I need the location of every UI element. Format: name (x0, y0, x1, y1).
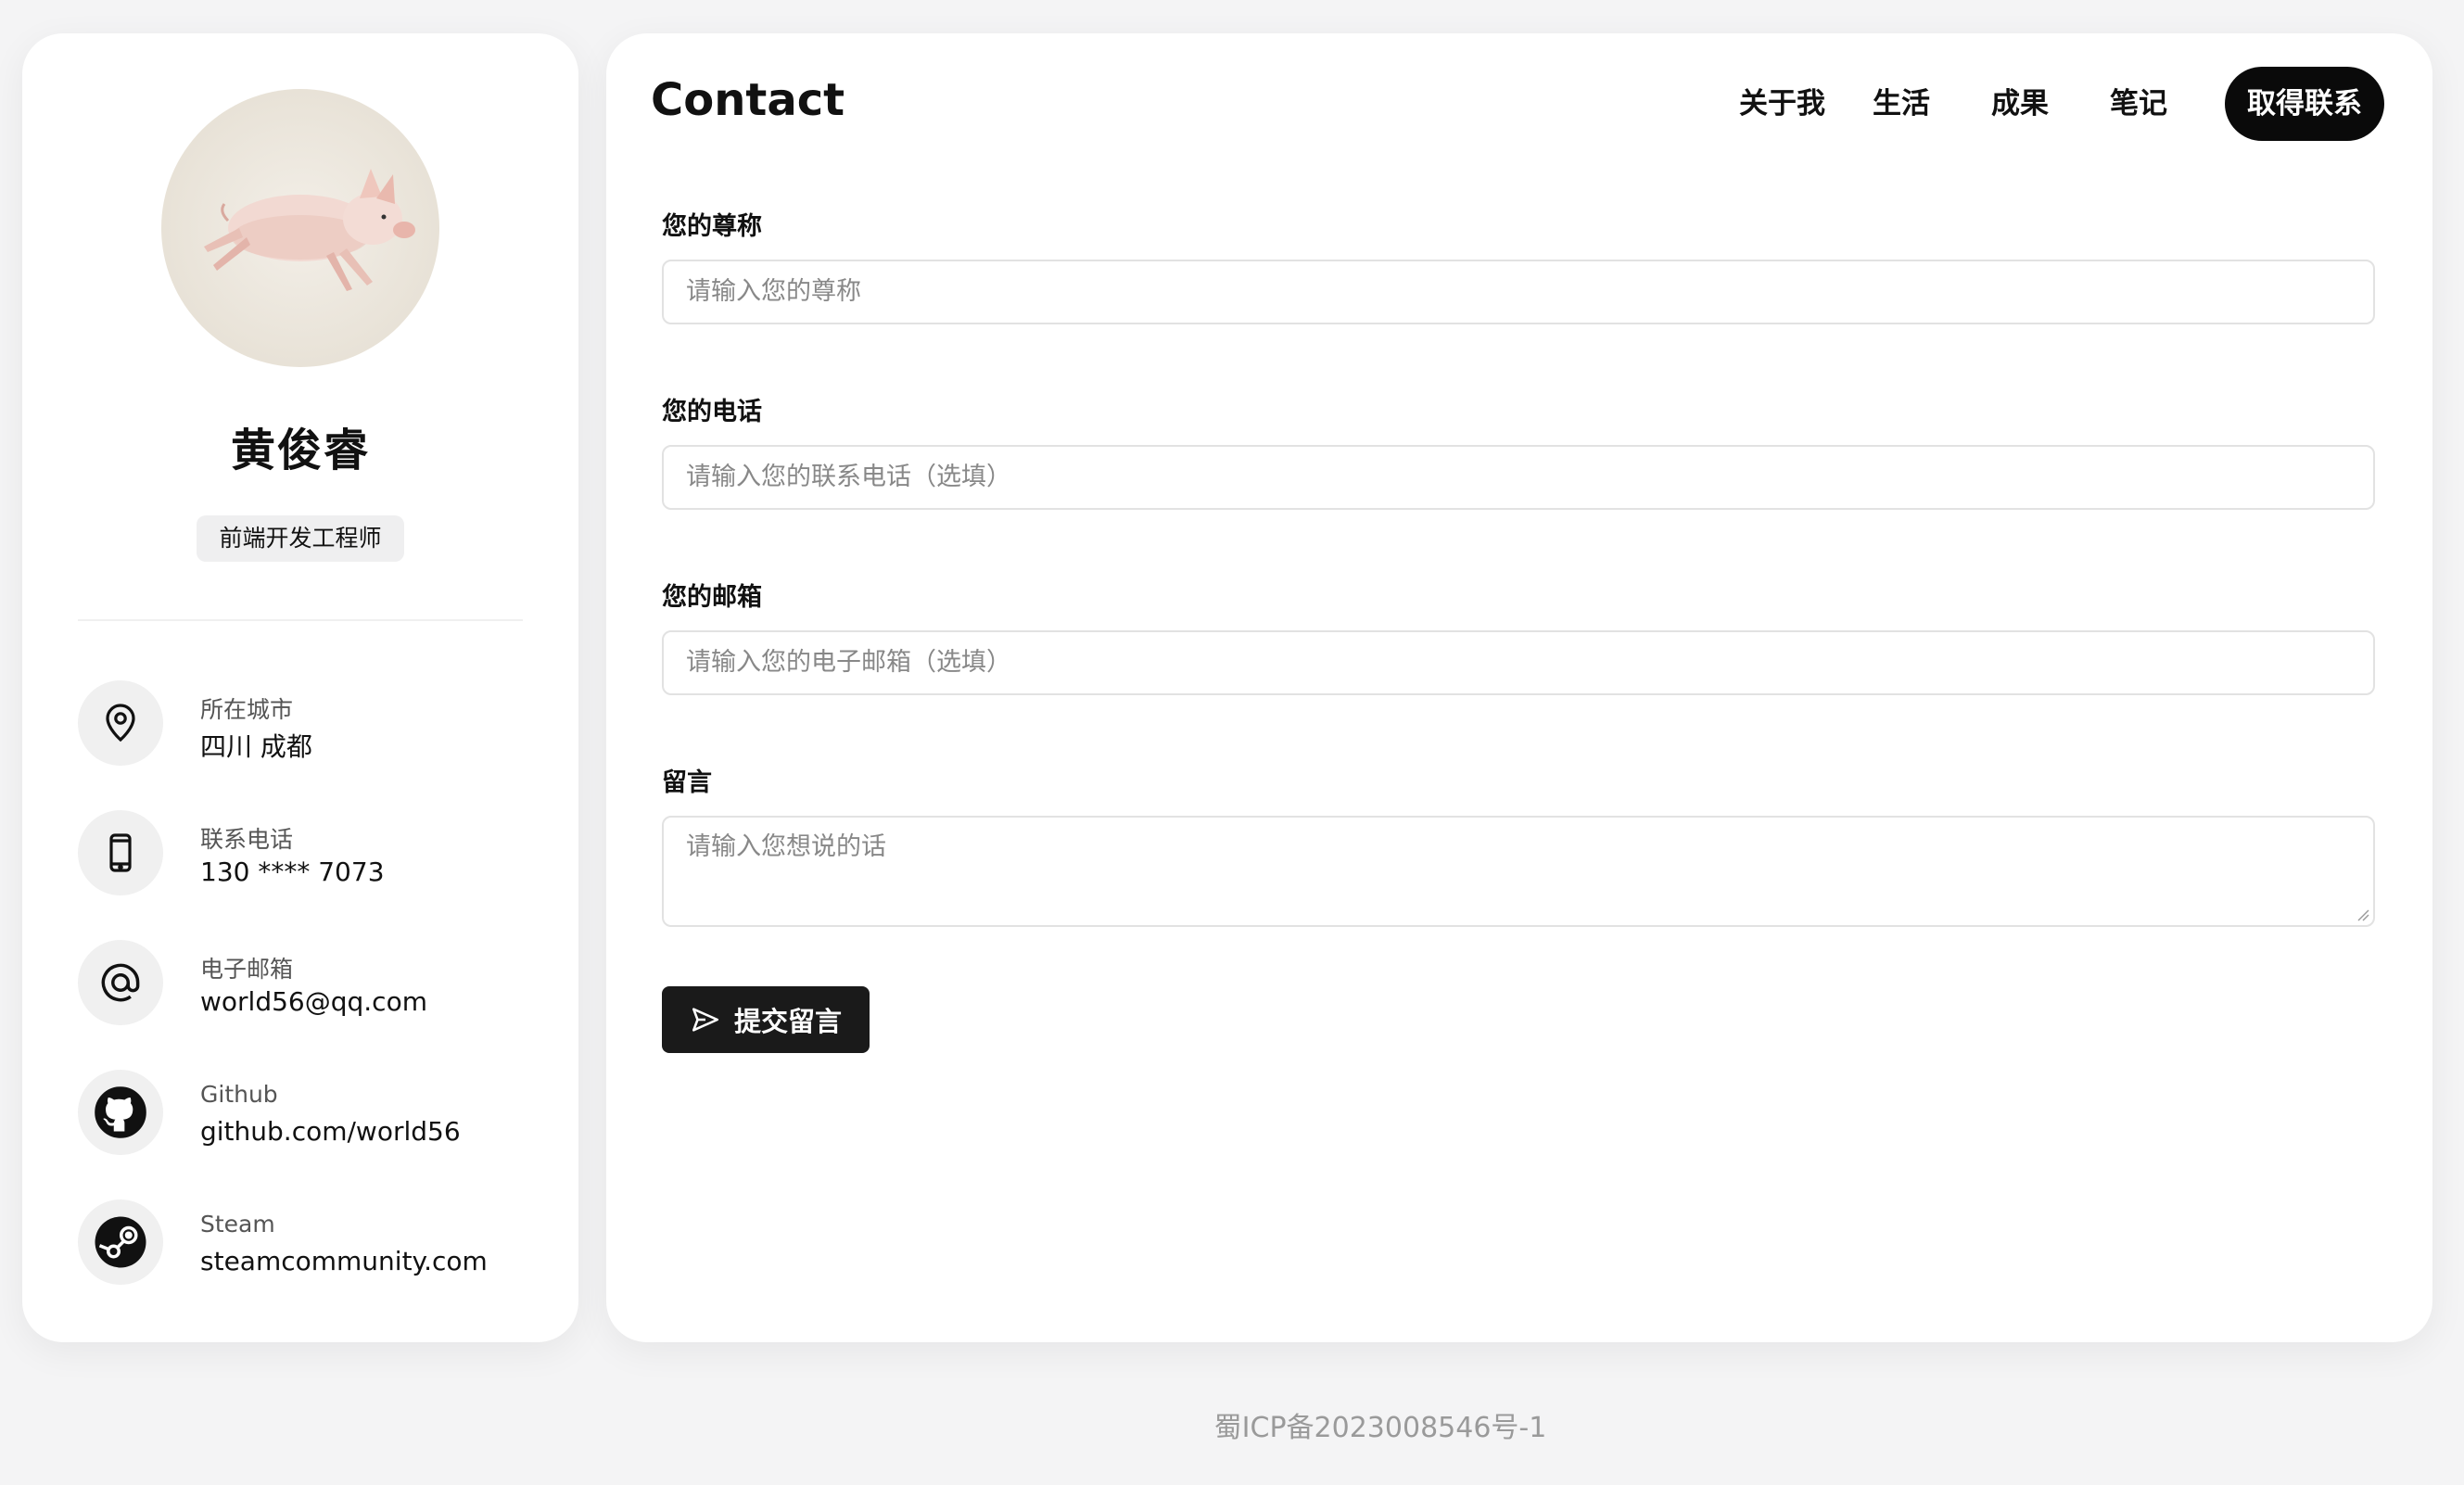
nav-about[interactable]: 关于我 (1739, 67, 1825, 141)
info-label: Steam (200, 1211, 275, 1238)
location-pin-icon (78, 680, 163, 766)
info-item-steam: Steam steamcommunity.com (78, 1199, 523, 1288)
info-label: 电子邮箱 (200, 956, 294, 983)
profile-name: 黄俊睿 (230, 425, 370, 476)
contact-card: Contact 关于我 生活 成果 笔记 取得联系 您的尊称 请输入您的尊称 您… (606, 33, 2432, 1342)
info-item-email: 电子邮箱 world56@qq.com (78, 940, 523, 1029)
info-value[interactable]: github.com/world56 (200, 1116, 461, 1147)
nav-notes[interactable]: 笔记 (2110, 67, 2167, 141)
info-value[interactable]: world56@qq.com (200, 986, 427, 1017)
submit-label: 提交留言 (733, 1006, 842, 1037)
role-badge: 前端开发工程师 (197, 515, 404, 562)
nav-contact[interactable]: 取得联系 (2225, 67, 2384, 141)
at-sign-icon (78, 940, 163, 1025)
phone-input[interactable]: 请输入您的联系电话（选填） (662, 445, 2375, 510)
pig-illustration (204, 169, 415, 291)
message-label: 留言 (662, 768, 712, 797)
info-label: Github (200, 1081, 278, 1108)
avatar (161, 89, 439, 367)
info-item-city: 所在城市 四川 成都 (78, 680, 523, 769)
steam-icon (78, 1199, 163, 1285)
divider (78, 619, 523, 621)
phone-label: 您的电话 (662, 398, 762, 426)
nickname-input[interactable]: 请输入您的尊称 (662, 260, 2375, 324)
profile-card: 黄俊睿 前端开发工程师 所在城市 四川 成都 联系电话 130 **** 707… (22, 33, 578, 1342)
footer-icp[interactable]: 蜀ICP备2023008546号-1 (0, 1404, 2464, 1445)
nav-works[interactable]: 成果 (1991, 67, 2049, 141)
email-label: 您的邮箱 (662, 583, 762, 612)
email-input[interactable]: 请输入您的电子邮箱（选填） (662, 630, 2375, 695)
send-icon (692, 1008, 719, 1032)
info-label: 联系电话 (200, 826, 294, 853)
info-item-phone: 联系电话 130 **** 7073 (78, 810, 523, 899)
phone-icon (78, 810, 163, 895)
github-icon (78, 1070, 163, 1155)
message-textarea[interactable]: 请输入您想说的话 (662, 816, 2375, 927)
info-label: 所在城市 (200, 696, 294, 723)
submit-button[interactable]: 提交留言 (662, 986, 870, 1053)
resize-handle-icon[interactable] (2356, 908, 2369, 921)
info-value: 130 **** 7073 (200, 857, 385, 887)
nickname-label: 您的尊称 (662, 212, 762, 241)
info-value: 四川 成都 (200, 731, 312, 762)
info-value[interactable]: steamcommunity.com (200, 1246, 488, 1276)
page-title: Contact (651, 74, 845, 126)
nav-life[interactable]: 生活 (1873, 67, 1930, 141)
info-item-github: Github github.com/world56 (78, 1070, 523, 1159)
message-placeholder: 请输入您想说的话 (686, 832, 886, 861)
